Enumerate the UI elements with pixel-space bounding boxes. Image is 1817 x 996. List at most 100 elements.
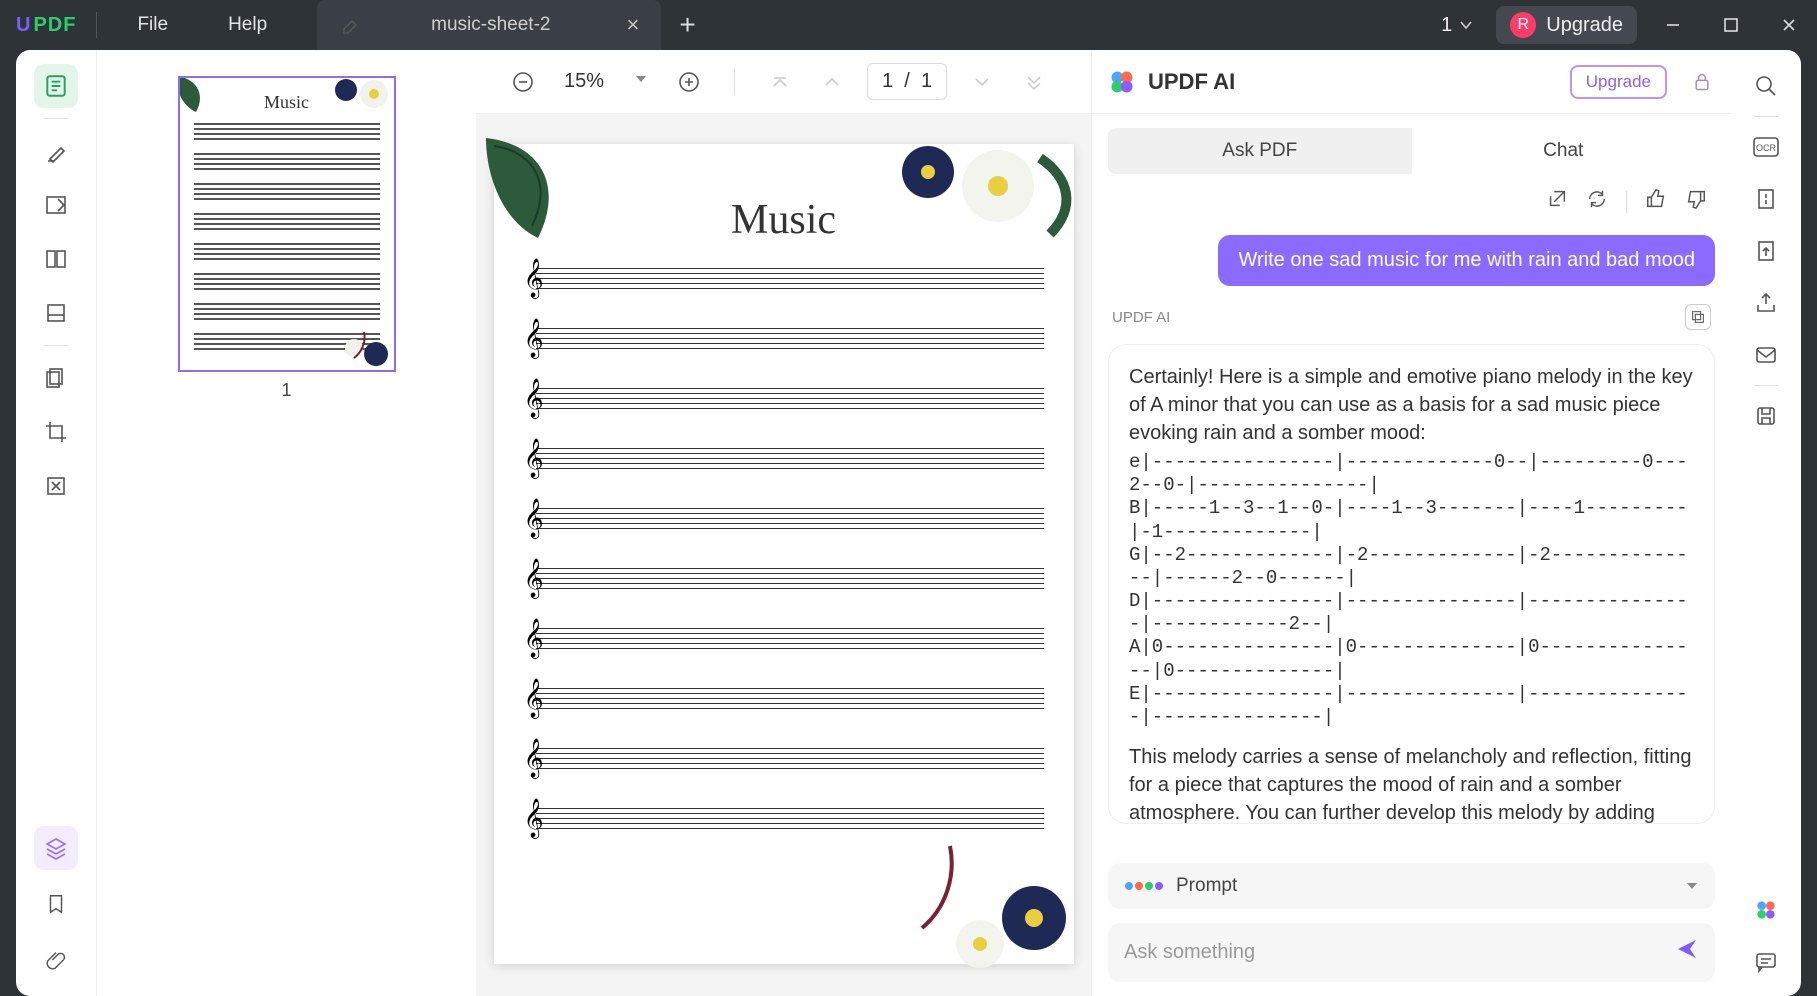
tab-title: music-sheet-2 — [431, 14, 550, 36]
close-button[interactable] — [1767, 5, 1811, 45]
left-rail — [16, 50, 96, 996]
convert-button[interactable] — [1744, 229, 1788, 273]
rail-sep — [44, 345, 68, 346]
thumbs-up-icon[interactable] — [1645, 188, 1667, 215]
file-count-dropdown[interactable]: 1 — [1433, 14, 1482, 37]
view-toolbar: 15% 1 / 1 — [476, 50, 1091, 114]
prompt-label: Prompt — [1176, 875, 1673, 897]
rail-sep — [44, 118, 68, 119]
search-icon — [1754, 74, 1778, 98]
thumb-page-number: 1 — [97, 380, 476, 401]
share-icon — [1754, 291, 1778, 315]
maximize-button[interactable] — [1709, 5, 1753, 45]
rail-pageset-button[interactable] — [34, 356, 78, 400]
ask-input[interactable] — [1124, 941, 1675, 964]
first-page-button[interactable] — [763, 65, 797, 99]
copy-icon[interactable] — [1685, 304, 1711, 330]
paperclip-icon — [45, 949, 67, 971]
email-button[interactable] — [1744, 333, 1788, 377]
rail-form-button[interactable] — [34, 291, 78, 335]
page-canvas[interactable]: Music 𝄞 𝄞 𝄞 𝄞 𝄞 𝄞 𝄞 𝄞 𝄞 𝄞 — [476, 114, 1091, 996]
send-icon — [1675, 937, 1699, 961]
organize-icon — [44, 247, 68, 271]
form-icon — [44, 301, 68, 325]
caret-down-icon — [634, 72, 648, 86]
tab-close-icon[interactable]: × — [620, 12, 645, 38]
treble-clef-icon: 𝄞 — [524, 440, 544, 478]
svg-text:OCR: OCR — [1756, 143, 1777, 153]
rail-redact-button[interactable] — [34, 464, 78, 508]
logo-pdf: PDF — [33, 14, 76, 37]
reader-icon — [43, 73, 69, 99]
titlebar-right: 1 R Upgrade — [1433, 5, 1811, 45]
treble-clef-icon: 𝄞 — [524, 560, 544, 598]
ocr-button[interactable]: OCR — [1744, 125, 1788, 169]
highlight-icon — [44, 139, 68, 163]
layers-icon — [44, 836, 68, 860]
ask-bar — [1108, 923, 1715, 982]
menu-help[interactable]: Help — [198, 14, 297, 36]
prev-page-button[interactable] — [815, 65, 849, 99]
next-page-button[interactable] — [965, 65, 999, 99]
ai-launch-button[interactable] — [1744, 888, 1788, 932]
new-tab-button[interactable]: + — [661, 9, 713, 41]
comments-button[interactable] — [1744, 940, 1788, 984]
tab-line-g: G|--2-------------|-2-------------|-2---… — [1129, 544, 1694, 590]
rail-highlight-button[interactable] — [34, 129, 78, 173]
treble-clef-icon: 𝄞 — [524, 260, 544, 298]
save-button[interactable] — [1744, 394, 1788, 438]
tab-line-e2: E|----------------|---------------|-----… — [1129, 683, 1694, 729]
zoom-dropdown[interactable] — [628, 72, 654, 91]
tab-eraser-icon — [339, 14, 361, 36]
zoom-out-button[interactable] — [506, 65, 540, 99]
chevron-down-icon — [972, 72, 992, 92]
page-indicator[interactable]: 1 / 1 — [867, 63, 947, 100]
tab-line-a: A|0---------------|0--------------|0----… — [1129, 636, 1694, 682]
rail-edit-text-button[interactable] — [34, 183, 78, 227]
zoom-out-icon — [511, 70, 535, 94]
thumbs-down-icon[interactable] — [1685, 188, 1707, 215]
rail-reader-button[interactable] — [34, 64, 78, 108]
open-external-icon[interactable] — [1546, 188, 1568, 215]
save-icon — [1754, 404, 1778, 428]
prompt-selector[interactable]: Prompt — [1108, 863, 1715, 909]
share-button[interactable] — [1744, 281, 1788, 325]
workspace: Music 1 15% — [0, 50, 1817, 996]
rail-organize-button[interactable] — [34, 237, 78, 281]
search-button[interactable] — [1744, 64, 1788, 108]
rail-attach-button[interactable] — [34, 938, 78, 982]
treble-clef-icon: 𝄞 — [524, 320, 544, 358]
rail-layers-button[interactable] — [34, 826, 78, 870]
caret-down-icon — [1685, 879, 1699, 893]
compress-button[interactable] — [1744, 177, 1788, 221]
upgrade-button[interactable]: R Upgrade — [1496, 6, 1637, 44]
minimize-button[interactable] — [1651, 5, 1695, 45]
last-page-button[interactable] — [1017, 65, 1051, 99]
leaf-deco — [486, 138, 606, 248]
ai-upgrade-button[interactable]: Upgrade — [1570, 65, 1667, 99]
reply-outro: This melody carries a sense of melanchol… — [1129, 743, 1694, 824]
avatar: R — [1510, 12, 1536, 38]
tab-ask-pdf[interactable]: Ask PDF — [1108, 128, 1412, 174]
page-sep: / — [904, 70, 910, 92]
upgrade-label: Upgrade — [1546, 14, 1623, 37]
tab-line-b: B|-----1--3--1--0-|----1--3-------|----1… — [1129, 497, 1694, 543]
leaf-deco — [178, 76, 222, 114]
chevron-up-icon — [822, 72, 842, 92]
treble-clef-icon: 𝄞 — [524, 800, 544, 838]
ai-header: UPDF AI Upgrade — [1092, 50, 1731, 114]
zoom-in-icon — [677, 70, 701, 94]
rail-bookmark-button[interactable] — [34, 882, 78, 926]
zoom-in-button[interactable] — [672, 65, 706, 99]
document-tab[interactable]: music-sheet-2 × — [317, 0, 661, 50]
treble-clef-icon: 𝄞 — [524, 620, 544, 658]
ai-panel: UPDF AI Upgrade Ask PDF Chat — [1091, 50, 1731, 996]
zoom-value: 15% — [558, 70, 610, 93]
rail-crop-button[interactable] — [34, 410, 78, 454]
send-button[interactable] — [1675, 937, 1699, 968]
thumbnail-panel: Music 1 — [96, 50, 476, 996]
refresh-icon[interactable] — [1586, 188, 1608, 215]
page-thumbnail[interactable]: Music — [178, 76, 396, 372]
menu-file[interactable]: File — [107, 14, 198, 36]
tab-chat[interactable]: Chat — [1412, 128, 1716, 174]
